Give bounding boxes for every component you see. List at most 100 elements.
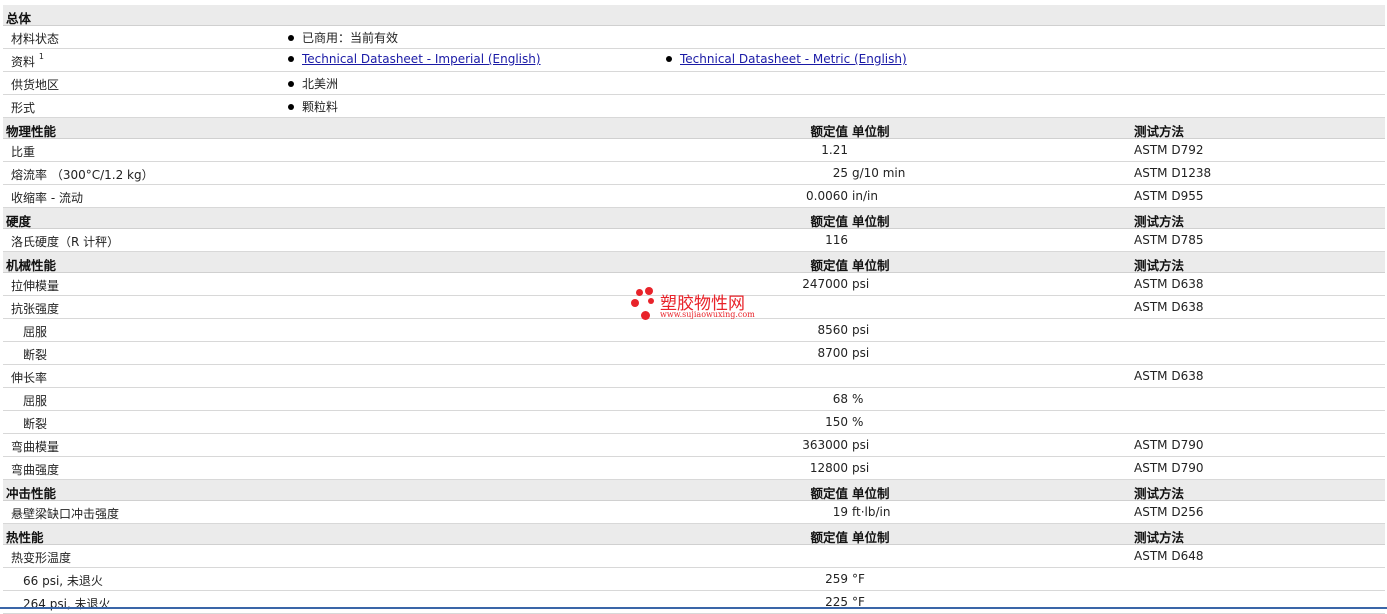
- test-method: ASTM D638: [1134, 277, 1204, 291]
- property-unit: ft·lb/in: [852, 505, 891, 519]
- bullet-item: Technical Datasheet - Metric (English): [666, 52, 907, 66]
- property-label: 热变形温度: [11, 551, 72, 565]
- property-value: 259: [825, 572, 848, 586]
- watermark-url: www.sujiaowuxing.com: [660, 310, 755, 319]
- column-header-method: 测试方法: [1134, 486, 1185, 501]
- property-label: 比重: [11, 145, 36, 159]
- property-value: 8560: [817, 323, 848, 337]
- property-label: 断裂: [23, 417, 48, 431]
- property-label: 抗张强度: [11, 302, 60, 316]
- property-label: 屈服: [23, 325, 48, 339]
- property-row: 比重 1.21 ASTM D792: [3, 139, 1385, 162]
- test-method: ASTM D648: [1134, 549, 1204, 563]
- property-unit: psi: [852, 277, 870, 291]
- section-header: 机械性能 额定值 单位制 测试方法: [3, 252, 1385, 273]
- property-label: 洛氏硬度（R 计秤）: [11, 235, 120, 249]
- property-label: 收缩率 - 流动: [11, 191, 83, 205]
- datasheet-metric-link[interactable]: Technical Datasheet - Metric (English): [680, 52, 907, 66]
- column-header-method: 测试方法: [1134, 530, 1185, 545]
- column-header-unit: 单位制: [852, 486, 890, 501]
- property-value: 12800: [809, 461, 848, 475]
- test-method: ASTM D638: [1134, 369, 1204, 383]
- datasheet-imperial-link[interactable]: Technical Datasheet - Imperial (English): [302, 52, 541, 66]
- column-header-unit: 单位制: [852, 124, 890, 139]
- test-method: ASTM D790: [1134, 438, 1204, 452]
- property-label: 悬壁梁缺口冲击强度: [11, 507, 120, 521]
- property-label: 拉伸模量: [11, 279, 60, 293]
- property-label: 弯曲模量: [11, 440, 60, 454]
- test-method: ASTM D790: [1134, 461, 1204, 475]
- test-method: ASTM D792: [1134, 143, 1204, 157]
- property-row: 资料 1 Technical Datasheet - Imperial (Eng…: [3, 49, 1385, 72]
- section-title: 机械性能: [6, 258, 57, 273]
- section-title: 冲击性能: [6, 486, 57, 501]
- bullet-icon: [666, 55, 672, 62]
- column-header-value: 额定值: [810, 124, 848, 139]
- property-unit: %: [852, 392, 864, 406]
- property-value: 0.0060: [806, 189, 848, 203]
- section-header: 冲击性能 额定值 单位制 测试方法: [3, 480, 1385, 501]
- property-label: 屈服: [23, 394, 48, 408]
- column-header-unit: 单位制: [852, 258, 890, 273]
- column-header-method: 测试方法: [1134, 258, 1185, 273]
- property-unit: psi: [852, 461, 870, 475]
- bullet-item: Technical Datasheet - Imperial (English): [288, 52, 541, 66]
- section-header: 硬度 额定值 单位制 测试方法: [3, 208, 1385, 229]
- property-subrow: 断裂 150%: [3, 411, 1385, 434]
- property-label: 形式: [11, 101, 36, 115]
- property-row: 热变形温度 ASTM D648: [3, 545, 1385, 568]
- column-header-unit: 单位制: [852, 530, 890, 545]
- bullet-icon: [288, 80, 294, 87]
- test-method: ASTM D1238: [1134, 166, 1212, 180]
- section-title: 总体: [6, 11, 32, 26]
- property-value: 1.21: [821, 143, 848, 157]
- property-row: 弯曲强度 12800 psi ASTM D790: [3, 457, 1385, 480]
- test-method: ASTM D785: [1134, 233, 1204, 247]
- property-row: 供货地区 北美洲: [3, 72, 1385, 95]
- section-title: 物理性能: [6, 124, 57, 139]
- property-subrow: 屈服 68%: [3, 388, 1385, 411]
- property-unit: °F: [852, 572, 865, 586]
- property-label: 供货地区: [11, 78, 60, 92]
- bullet-icon: [288, 34, 294, 41]
- property-label: 伸长率: [11, 371, 48, 385]
- property-label: 熔流率 （300°C/1.2 kg）: [11, 168, 154, 182]
- property-subrow: 264 psi, 未退火 225 °F: [3, 591, 1385, 614]
- property-value: 68: [832, 392, 848, 406]
- bullet-icon: [288, 103, 294, 110]
- bullet-item: 北美洲: [288, 75, 338, 92]
- property-label: 66 psi, 未退火: [23, 574, 103, 588]
- property-sections: 物理性能 额定值 单位制 测试方法 比重 1.21 ASTM D792 熔流率 （300°C/…: [3, 118, 1385, 614]
- bullet-icon: [288, 55, 294, 62]
- property-row: 材料状态 已商用：当前有效: [3, 26, 1385, 49]
- property-unit: g/10 min: [852, 166, 906, 180]
- section-header-overview: 总体: [3, 5, 1385, 26]
- property-label: 资料 1: [11, 52, 44, 69]
- watermark-logo: 塑胶物性网 www.sujiaowuxing.com: [630, 287, 770, 323]
- property-unit: %: [852, 415, 864, 429]
- footnote-marker: 1: [38, 52, 44, 61]
- property-unit: psi: [852, 323, 870, 337]
- property-value: 19: [832, 505, 848, 519]
- test-method: ASTM D638: [1134, 300, 1204, 314]
- property-row: 弯曲模量 363000 psi ASTM D790: [3, 434, 1385, 457]
- column-header-unit: 单位制: [852, 214, 890, 229]
- property-subrow: 66 psi, 未退火 259 °F: [3, 568, 1385, 591]
- section-title: 硬度: [6, 214, 32, 229]
- column-header-value: 额定值: [810, 214, 848, 229]
- property-subrow: 断裂 8700 psi: [3, 342, 1385, 365]
- property-unit: psi: [852, 438, 870, 452]
- property-label: 材料状态: [11, 32, 60, 46]
- property-row: 洛氏硬度（R 计秤） 116 ASTM D785: [3, 229, 1385, 252]
- test-method: ASTM D955: [1134, 189, 1204, 203]
- property-row: 收缩率 - 流动 0.0060 in/in ASTM D955: [3, 185, 1385, 208]
- column-header-value: 额定值: [810, 258, 848, 273]
- property-row: 形式 颗粒料: [3, 95, 1385, 118]
- property-value: 25: [832, 166, 848, 180]
- property-value: 363000: [802, 438, 848, 452]
- column-header-method: 测试方法: [1134, 124, 1185, 139]
- test-method: ASTM D256: [1134, 505, 1204, 519]
- property-value: 247000: [802, 277, 848, 291]
- property-row: 熔流率 （300°C/1.2 kg） 25 g/10 min ASTM D1238: [3, 162, 1385, 185]
- property-row: 悬壁梁缺口冲击强度 19 ft·lb/in ASTM D256: [3, 501, 1385, 524]
